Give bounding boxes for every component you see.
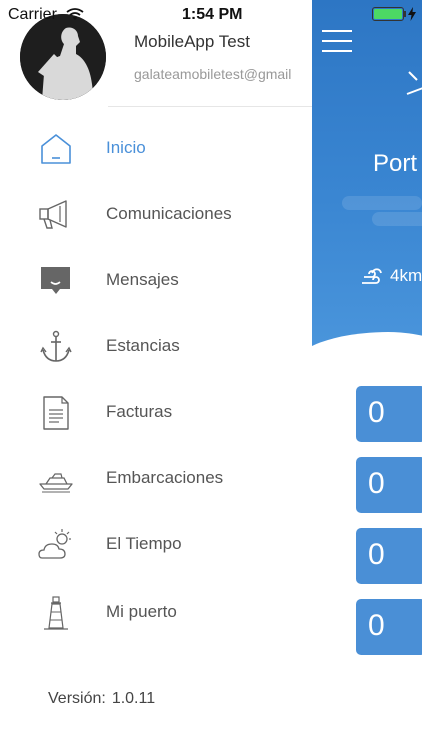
document-icon xyxy=(43,396,69,430)
weather-header xyxy=(312,0,422,360)
user-name: MobileApp Test xyxy=(134,32,250,51)
app-version: Versión: 1.0.11 xyxy=(48,690,155,708)
stat-box[interactable]: 0 xyxy=(356,599,422,655)
version-number: 1.0.11 xyxy=(111,690,156,707)
menu-item-label: Comunicaciones xyxy=(106,204,232,223)
boat-icon xyxy=(39,473,73,493)
stat-box[interactable]: 0 xyxy=(356,528,422,584)
battery-icon xyxy=(372,7,404,21)
menu-item-el-tiempo[interactable]: El Tiempo xyxy=(0,514,312,574)
menu-item-comunicaciones[interactable]: Comunicaciones xyxy=(0,184,312,244)
stat-box[interactable]: 0 xyxy=(356,386,422,442)
clock: 1:54 PM xyxy=(182,6,243,23)
side-drawer: MobileApp Test galateamobiletest@gmail I… xyxy=(0,0,312,750)
wind-icon xyxy=(362,268,382,284)
menu-item-label: Mensajes xyxy=(106,270,179,289)
megaphone-icon xyxy=(39,200,67,229)
menu-item-inicio[interactable]: Inicio xyxy=(0,118,312,178)
menu-item-embarcaciones[interactable]: Embarcaciones xyxy=(0,448,312,508)
wave-decoration xyxy=(312,332,422,360)
home-icon xyxy=(41,134,71,164)
wifi-icon xyxy=(66,8,84,20)
menu-item-label: Facturas xyxy=(106,402,173,421)
menu-item-label: Estancias xyxy=(106,336,180,355)
menu-item-mi-puerto[interactable]: Mi puerto xyxy=(0,582,312,642)
carrier-label: Carrier xyxy=(8,6,57,23)
menu-item-label: Embarcaciones xyxy=(106,468,224,487)
menu-item-label: Mi puerto xyxy=(106,602,177,621)
stat-box[interactable]: 0 xyxy=(356,457,422,513)
wind-speed: 4km xyxy=(390,266,422,285)
menu-item-estancias[interactable]: Estancias xyxy=(0,316,312,376)
lighthouse-icon xyxy=(44,596,68,630)
divider xyxy=(108,106,312,107)
sun-icon xyxy=(406,71,422,95)
menu-item-label: El Tiempo xyxy=(106,534,182,553)
weather-icon xyxy=(38,529,71,559)
anchor-icon xyxy=(40,330,72,362)
chat-bubble-icon xyxy=(41,267,70,294)
menu-item-facturas[interactable]: Facturas xyxy=(0,382,312,442)
menu-button[interactable] xyxy=(322,28,354,54)
version-label: Versión: xyxy=(48,690,106,707)
menu-item-mensajes[interactable]: Mensajes xyxy=(0,250,312,310)
cloud-decoration xyxy=(372,212,422,226)
user-email: galateamobiletest@gmail xyxy=(134,66,292,82)
status-bar: Carrier 1:54 PM xyxy=(0,0,422,28)
menu-item-label: Inicio xyxy=(106,138,146,157)
port-name: Port xyxy=(373,150,418,177)
battery-cap xyxy=(404,11,406,17)
wind-info: 4km xyxy=(360,266,422,286)
charging-bolt-icon xyxy=(408,7,416,21)
cloud-decoration xyxy=(342,196,422,210)
